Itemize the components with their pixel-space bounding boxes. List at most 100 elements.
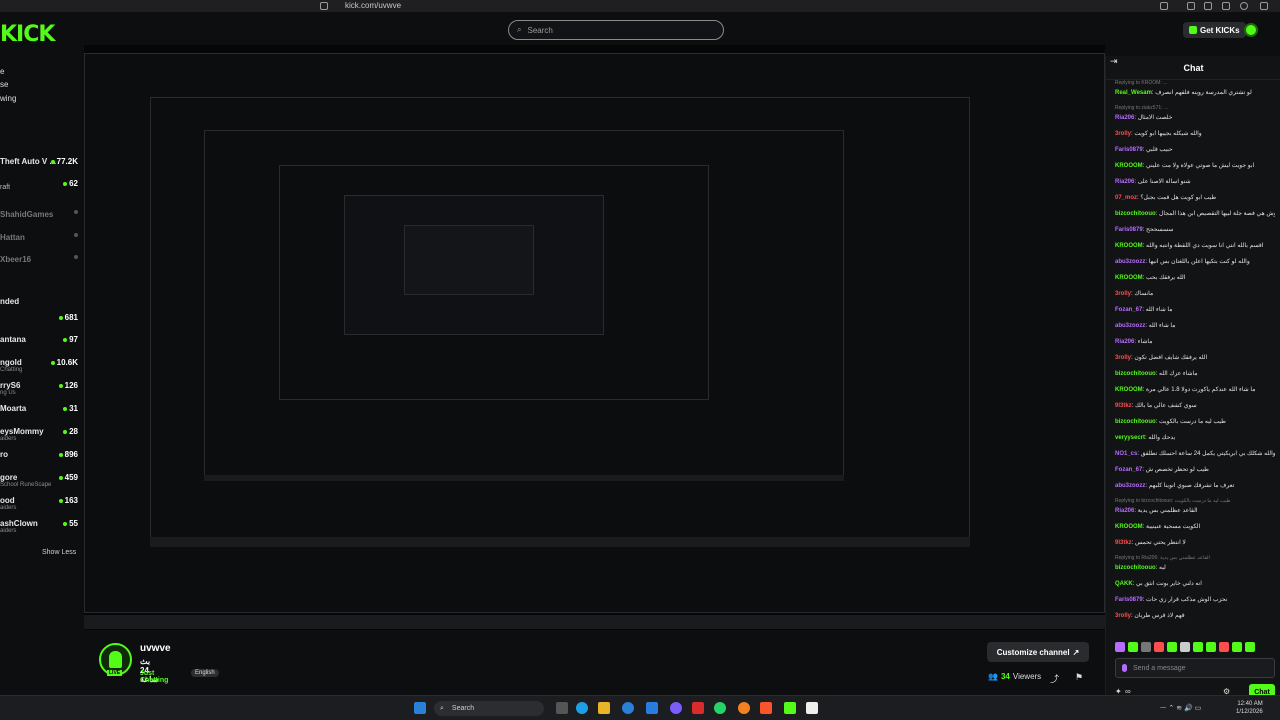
chat-username[interactable]: bizcochitoouo (1115, 419, 1156, 425)
chat-username[interactable]: Ria206 (1115, 508, 1134, 514)
chat-username[interactable]: KROOOM (1115, 275, 1143, 281)
sidebar-channel[interactable]: Xbeer16 (0, 255, 78, 269)
collapse-chat-icon[interactable]: ⇥ (1110, 56, 1118, 67)
streamer-name[interactable]: uvwve (140, 643, 171, 654)
sidebar-nav-following[interactable]: wing (0, 94, 16, 103)
user-avatar[interactable] (1244, 23, 1258, 37)
sidebar-channel[interactable]: gore School RuneScape 459 (0, 473, 78, 488)
emote-icon[interactable] (1141, 642, 1151, 652)
copilot-icon[interactable] (576, 702, 588, 714)
search-input[interactable]: ⌕ Search (508, 20, 724, 40)
stream-category[interactable]: Just Chatting (140, 670, 168, 684)
brave-icon[interactable] (760, 702, 772, 714)
chat-username[interactable]: Faris0879 (1115, 147, 1143, 153)
chat-username[interactable]: veryysecrt (1115, 435, 1145, 441)
chat-username[interactable]: Faris0879 (1115, 597, 1143, 603)
video-player[interactable] (84, 45, 1105, 630)
emote-icon[interactable] (1115, 642, 1125, 652)
sidebar-channel[interactable]: rryS6 ng Us 126 (0, 381, 78, 396)
sidebar-channel[interactable]: 681 (0, 313, 78, 327)
microphone-icon[interactable] (1122, 664, 1127, 672)
sidebar-channel[interactable]: antana 97 (0, 335, 78, 349)
chat-username[interactable]: Ria206 (1115, 115, 1134, 121)
file-explorer-icon[interactable] (598, 702, 610, 714)
windows-start-icon[interactable] (414, 702, 426, 714)
chat-username[interactable]: KROOOM (1115, 524, 1143, 530)
discord-icon[interactable] (670, 702, 682, 714)
kick-app-icon[interactable] (784, 702, 796, 714)
app-icon[interactable] (738, 702, 750, 714)
chat-username[interactable]: 9l3tkz (1115, 540, 1132, 546)
emote-icon[interactable] (1206, 642, 1216, 652)
task-view-icon[interactable] (556, 702, 568, 714)
chat-username[interactable]: Fozan_67 (1115, 467, 1142, 473)
sidebar-channel[interactable]: Theft Auto V ... 77.2K (0, 157, 78, 171)
emote-icon[interactable] (1128, 642, 1138, 652)
emote-icon[interactable] (1167, 642, 1177, 652)
chat-username[interactable]: bizcochitoouo (1115, 211, 1156, 217)
chat-message-input[interactable]: Send a message (1115, 658, 1275, 678)
bookmark-icon[interactable] (320, 2, 328, 10)
sidebar-nav-home[interactable]: e (0, 67, 4, 76)
sidebar-toggle-icon[interactable] (1187, 2, 1195, 10)
chat-username[interactable]: KROOOM (1115, 163, 1143, 169)
chat-username[interactable]: 3rolly (1115, 613, 1131, 619)
chat-username[interactable]: Ria206 (1115, 179, 1134, 185)
sidebar-channel[interactable]: ngold Chatting 10.6K (0, 358, 78, 373)
emote-icon[interactable] (1154, 642, 1164, 652)
sidebar-channel[interactable]: Moarta 31 (0, 404, 78, 418)
chat-username[interactable]: abu3zoozz (1115, 323, 1145, 329)
kick-logo[interactable]: KICK (0, 22, 55, 47)
chat-username[interactable]: abu3zoozz (1115, 483, 1145, 489)
menu-icon[interactable] (1260, 2, 1268, 10)
chat-username[interactable]: KROOOM (1115, 243, 1143, 249)
chat-username[interactable]: bizcochitoouo (1115, 565, 1156, 571)
sidebar-channel[interactable]: eysMommy aiders 28 (0, 427, 78, 442)
sidebar-channel[interactable]: Hattan (0, 233, 78, 247)
sidebar-nav-browse[interactable]: se (0, 80, 8, 89)
customize-channel-button[interactable]: Customize channel ↗ (987, 642, 1089, 662)
chat-username[interactable]: Fozan_67 (1115, 307, 1142, 313)
notepad-icon[interactable] (806, 702, 818, 714)
system-tray[interactable]: ㅡ ⌃ ≋ 🔊 ▭ (1160, 703, 1201, 713)
chat-username[interactable]: Ria206 (1115, 339, 1134, 345)
chat-username[interactable]: Real_Wesam (1115, 90, 1152, 96)
chat-username[interactable]: QAKK (1115, 581, 1133, 587)
chat-username[interactable]: Faris0879 (1115, 227, 1143, 233)
share-icon[interactable]: ⤴ (1050, 672, 1059, 685)
whatsapp-icon[interactable] (714, 702, 726, 714)
report-icon[interactable]: ⚑ (1075, 672, 1083, 683)
sidebar-channel[interactable]: ro 896 (0, 450, 78, 464)
chat-username[interactable]: abu3zoozz (1115, 259, 1145, 265)
emote-icon[interactable] (1245, 642, 1255, 652)
emote-icon[interactable] (1193, 642, 1203, 652)
chat-username[interactable]: KROOOM (1115, 387, 1143, 393)
get-kicks-button[interactable]: Get KICKs (1183, 22, 1246, 38)
sidebar-channel[interactable]: ood aiders 163 (0, 496, 78, 511)
chat-username[interactable]: 9l3tkz (1115, 403, 1132, 409)
sidebar-channel[interactable]: ashClown aiders 55 (0, 519, 78, 534)
download-icon[interactable] (1222, 2, 1230, 10)
browser-url[interactable]: kick.com/uvwve (345, 0, 401, 12)
chat-username[interactable]: 07_moz (1115, 195, 1137, 201)
chat-username[interactable]: 3rolly (1115, 131, 1131, 137)
chat-username[interactable]: NO1_cs (1115, 451, 1137, 457)
window-icon[interactable] (1204, 2, 1212, 10)
extension-icon[interactable] (1160, 2, 1168, 10)
emote-icon[interactable] (1232, 642, 1242, 652)
chat-username[interactable]: 3rolly (1115, 355, 1131, 361)
edge-icon[interactable] (622, 702, 634, 714)
app-icon[interactable] (692, 702, 704, 714)
profile-icon[interactable] (1240, 2, 1248, 10)
sidebar-channel[interactable]: ShahidGames (0, 210, 78, 224)
store-icon[interactable] (646, 702, 658, 714)
chat-username[interactable]: bizcochitoouo (1115, 371, 1156, 377)
taskbar-clock[interactable]: 12:40 AM 1/12/2026 (1236, 700, 1263, 716)
emote-icon[interactable] (1219, 642, 1229, 652)
taskbar-search[interactable]: ⌕ Search (434, 701, 544, 716)
language-tag[interactable]: English (191, 669, 219, 677)
chat-username[interactable]: 3rolly (1115, 291, 1131, 297)
show-less-button[interactable]: Show Less (42, 549, 76, 556)
sidebar-channel[interactable]: raft 62 (0, 179, 78, 193)
emote-icon[interactable] (1180, 642, 1190, 652)
